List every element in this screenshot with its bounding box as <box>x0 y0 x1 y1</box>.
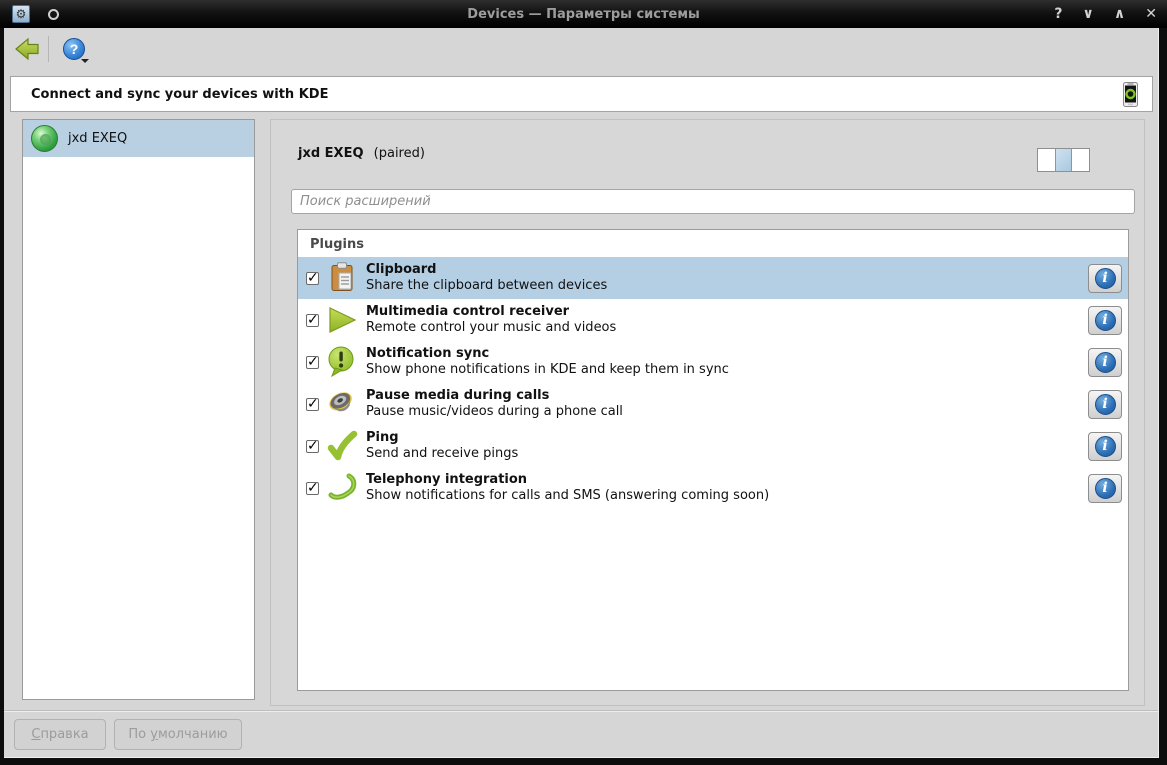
plugin-name: Ping <box>366 430 399 445</box>
button-label: молчанию <box>157 727 228 742</box>
button-label: правка <box>40 727 89 742</box>
app-gear-icon: ⚙ <box>12 5 30 23</box>
plugin-text: Multimedia control receiver Remote contr… <box>366 304 616 336</box>
smartphone-icon <box>1123 81 1138 107</box>
plugin-name: Pause media during calls <box>366 388 550 403</box>
plugin-name: Telephony integration <box>366 472 528 487</box>
plugin-text: Ping Send and receive pings <box>366 430 518 462</box>
checkmark-icon <box>326 430 358 462</box>
plugin-checkbox[interactable] <box>306 312 319 328</box>
button-label: По <box>128 727 151 742</box>
segment-middle[interactable] <box>1055 149 1072 171</box>
play-icon <box>326 304 358 336</box>
segment-right[interactable] <box>1072 149 1089 171</box>
plugin-description: Remote control your music and videos <box>366 320 617 335</box>
device-list-item[interactable]: jxd EXEQ <box>23 120 254 157</box>
defaults-button[interactable]: По умолчанию <box>114 719 242 750</box>
button-accel: у <box>150 727 158 742</box>
device-item-label: jxd EXEQ <box>68 131 128 146</box>
window-help-button[interactable]: ? <box>1054 6 1062 22</box>
plugin-info-button[interactable]: i <box>1088 263 1122 293</box>
plugin-name: Notification sync <box>366 346 490 361</box>
plugin-row[interactable]: Clipboard Share the clipboard between de… <box>298 257 1128 299</box>
plugin-description: Send and receive pings <box>366 446 519 461</box>
back-arrow-icon <box>15 37 39 61</box>
search-input[interactable] <box>291 189 1135 214</box>
device-pair-status: (paired) <box>373 146 425 161</box>
page-title: Connect and sync your devices with KDE <box>31 86 329 102</box>
plugin-checkbox[interactable] <box>306 270 319 286</box>
plugin-info-button[interactable]: i <box>1088 305 1122 335</box>
info-icon: i <box>1094 267 1116 289</box>
plugin-info-button[interactable]: i <box>1088 347 1122 377</box>
page-header: Connect and sync your devices with KDE <box>10 76 1153 112</box>
window-close-button[interactable]: ✕ <box>1145 6 1157 22</box>
plugin-description: Show phone notifications in KDE and keep… <box>366 362 729 377</box>
phone-handset-icon <box>326 472 358 504</box>
plugin-description: Pause music/videos during a phone call <box>366 404 623 419</box>
info-icon: i <box>1094 393 1116 415</box>
window-title: Devices — Параметры системы <box>467 6 700 22</box>
plugin-text: Pause media during calls Pause music/vid… <box>366 388 623 420</box>
segment-left[interactable] <box>1038 149 1055 171</box>
plugin-text: Notification sync Show phone notificatio… <box>366 346 729 378</box>
plugins-title: Plugins <box>310 237 364 252</box>
info-icon: i <box>1094 309 1116 331</box>
info-icon: i <box>1094 477 1116 499</box>
plugin-text: Clipboard Share the clipboard between de… <box>366 262 607 294</box>
device-name: jxd EXEQ <box>298 146 364 161</box>
help-icon: ? <box>63 38 85 60</box>
footer-separator <box>4 710 1158 712</box>
device-panel: jxd EXEQ (paired) Plugins <box>270 119 1145 706</box>
plugin-name: Multimedia control receiver <box>366 304 570 319</box>
speaker-icon <box>326 388 358 420</box>
window-controls: ? ∨ ∧ ✕ <box>1054 6 1157 22</box>
window-minimize-button[interactable]: ∨ <box>1083 6 1094 22</box>
plugin-checkbox[interactable] <box>306 438 319 454</box>
plugin-name: Clipboard <box>366 262 437 277</box>
plugin-description: Show notifications for calls and SMS (an… <box>366 488 770 503</box>
plugin-checkbox[interactable] <box>306 354 319 370</box>
plugin-row[interactable]: Multimedia control receiver Remote contr… <box>298 299 1128 341</box>
plugin-checkbox[interactable] <box>306 480 319 496</box>
plugin-row[interactable]: Pause media during calls Pause music/vid… <box>298 383 1128 425</box>
view-segmented-control[interactable] <box>1037 148 1090 172</box>
plugin-info-button[interactable]: i <box>1088 431 1122 461</box>
plugins-box: Plugins Clipboard Share the clipboar <box>297 229 1129 691</box>
window-content: ? Connect and sync your devices with KDE… <box>4 28 1159 758</box>
window-menu-circle-icon[interactable] <box>48 8 59 20</box>
plugin-text: Telephony integration Show notifications… <box>366 472 769 504</box>
info-icon: i <box>1094 351 1116 373</box>
device-header: jxd EXEQ (paired) <box>298 146 425 161</box>
toolbar-separator <box>48 36 49 62</box>
help-footer-button[interactable]: Справка <box>14 719 106 750</box>
plugin-description: Share the clipboard between devices <box>366 278 608 293</box>
plugin-info-button[interactable]: i <box>1088 389 1122 419</box>
device-status-sphere-icon <box>31 125 58 152</box>
titlebar: ⚙ Devices — Параметры системы ? ∨ ∧ ✕ <box>0 0 1167 28</box>
plugin-checkbox[interactable] <box>306 396 319 412</box>
plugin-info-button[interactable]: i <box>1088 473 1122 503</box>
notification-bubble-icon <box>326 346 358 378</box>
plugin-row[interactable]: Telephony integration Show notifications… <box>298 467 1128 509</box>
plugin-row[interactable]: Ping Send and receive pings i <box>298 425 1128 467</box>
back-button[interactable] <box>12 35 42 63</box>
help-button[interactable]: ? <box>59 34 89 64</box>
device-list: jxd EXEQ <box>22 119 255 700</box>
plugin-row[interactable]: Notification sync Show phone notificatio… <box>298 341 1128 383</box>
info-icon: i <box>1094 435 1116 457</box>
toolbar: ? <box>4 28 1158 70</box>
clipboard-icon <box>326 262 358 294</box>
window-maximize-button[interactable]: ∧ <box>1114 6 1125 22</box>
chevron-down-icon <box>81 59 89 63</box>
